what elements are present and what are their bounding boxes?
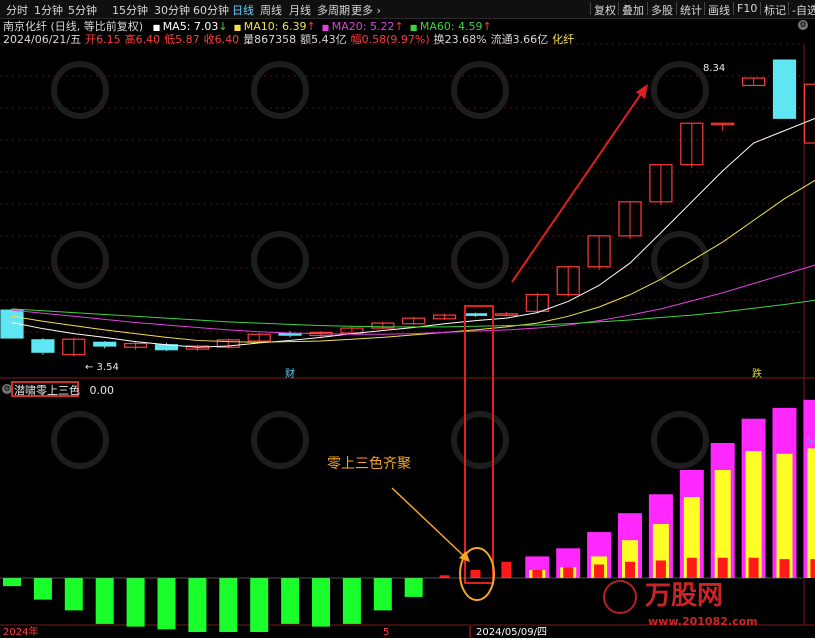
histogram-bar-red — [748, 557, 759, 578]
histogram-bar-green — [64, 578, 83, 611]
histogram-bar-red — [470, 569, 481, 578]
histogram-bar-red — [594, 564, 605, 578]
histogram-bar-red — [501, 561, 512, 578]
histogram-bar-red — [625, 561, 635, 578]
indicator-value: 0.00 — [89, 384, 115, 397]
candle-body[interactable] — [278, 333, 302, 336]
histogram-bar-green — [3, 578, 21, 587]
histogram-bar-green — [404, 578, 423, 597]
histogram-bar-green — [95, 578, 114, 624]
date-axis-label-1: 5 — [383, 627, 389, 638]
candle-body[interactable] — [772, 59, 797, 119]
histogram-bar-green — [126, 578, 145, 627]
watermark-brand-text: 万股网 — [645, 581, 723, 611]
histogram-bar-green — [373, 578, 392, 611]
histogram-bar-green — [188, 578, 207, 632]
candle-body[interactable] — [463, 313, 488, 316]
date-axis-label-0: 2024年 — [3, 625, 38, 638]
marker-cai: 财 — [285, 367, 295, 380]
marker-die: 跌 — [752, 367, 762, 380]
histogram-bar-red — [810, 559, 815, 578]
histogram-bar-green — [250, 578, 269, 632]
histogram-bar-green — [281, 578, 300, 624]
histogram-bar-red — [563, 567, 574, 578]
histogram-bar-green — [219, 578, 238, 632]
histogram-bar-red — [439, 575, 450, 578]
trend-arrow-line — [511, 87, 646, 283]
ma-line-ma5 — [11, 117, 815, 348]
candle-body[interactable] — [31, 339, 55, 353]
right-axis-label: 54 — [806, 436, 815, 447]
histogram-bar-green — [312, 578, 330, 627]
histogram-bar-green — [33, 578, 52, 600]
candle-body[interactable] — [93, 341, 117, 347]
high-price-label: 8.34 — [703, 63, 725, 74]
watermark-logo-icon — [251, 231, 309, 289]
low-price-label: ← 3.54 — [85, 362, 119, 373]
watermark-logo-icon — [51, 61, 109, 119]
chart-settings-icon[interactable]: ⚙ — [798, 20, 808, 30]
histogram-bar-yellow — [807, 448, 815, 578]
watermark-logo-icon — [251, 61, 309, 119]
highlight-column-box — [464, 305, 494, 584]
watermark-mascot-icon — [603, 580, 637, 614]
chart-canvas[interactable]: 8.34 ← 3.54 财 跌 54 2024年 5 2024/05/09/四 万股网 www.2… — [0, 0, 815, 638]
candle-body[interactable] — [803, 83, 815, 144]
watermark-logo-icon — [451, 411, 509, 469]
histogram-bar-green — [157, 578, 176, 630]
annotation-text: 零上三色齐聚 — [327, 456, 411, 472]
histogram-bar-red — [717, 557, 728, 578]
watermark-logo-icon — [451, 231, 509, 289]
histogram-bar-red — [532, 569, 543, 578]
watermark-logo-icon — [251, 411, 309, 469]
date-axis-label-2: 2024/05/09/四 — [476, 627, 547, 638]
watermark-logo-icon — [651, 61, 709, 119]
watermark-url-text: www.201082.com — [648, 615, 758, 628]
indicator-title[interactable]: 潜啸零上三色 — [14, 384, 80, 397]
histogram-bar-red — [655, 560, 666, 578]
watermark-logo-icon — [51, 231, 109, 289]
annotation-arrow-line — [391, 487, 467, 559]
histogram-bar-red — [686, 557, 697, 578]
indicator-title-row: 潜啸零上三色 0.00 — [14, 382, 114, 398]
watermark-logo-icon — [51, 411, 109, 469]
histogram-bar-red — [779, 559, 790, 578]
watermark-logo-icon — [651, 411, 709, 469]
histogram-bar-green — [342, 578, 361, 624]
